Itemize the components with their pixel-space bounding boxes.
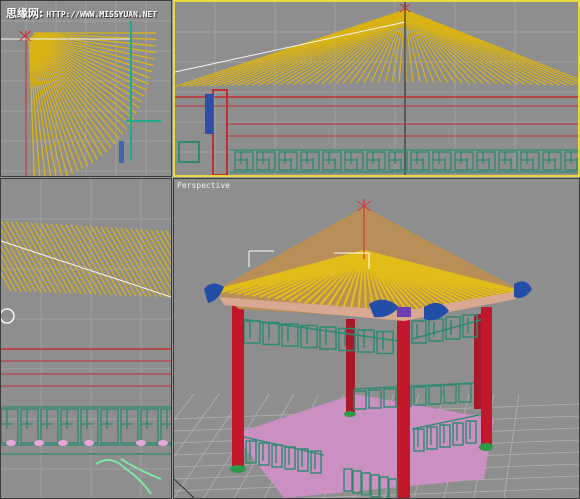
viewport-left-scene <box>1 179 171 498</box>
roof-rafters-front <box>175 9 578 88</box>
pillar-front-right <box>481 307 492 447</box>
left-railing-lattice <box>1 406 171 455</box>
watermark: 思缘网: HTTP://WWW.MISSYUAN.NET <box>6 5 157 21</box>
pillar-front-center <box>397 314 410 498</box>
viewport-top-scene <box>1 1 171 176</box>
watermark-url: HTTP://WWW.MISSYUAN.NET <box>46 10 158 19</box>
front-railing-lattice <box>230 149 578 173</box>
pillar-front-left <box>232 304 244 469</box>
viewport-perspective-scene <box>174 199 579 498</box>
beam-lattice <box>241 314 485 355</box>
viewport-left[interactable] <box>0 178 172 499</box>
viewport-top[interactable] <box>0 0 172 177</box>
viewport-perspective[interactable]: Perspective <box>173 178 580 499</box>
roof-rafters-top <box>28 32 157 176</box>
viewport-front-scene <box>175 2 578 175</box>
roof-rafters-left <box>1 220 171 298</box>
max-workspace: 思缘网: HTTP://WWW.MISSYUAN.NET Perspective <box>0 0 580 499</box>
watermark-site: 思缘网: <box>6 7 44 20</box>
viewport-front[interactable] <box>173 0 580 177</box>
